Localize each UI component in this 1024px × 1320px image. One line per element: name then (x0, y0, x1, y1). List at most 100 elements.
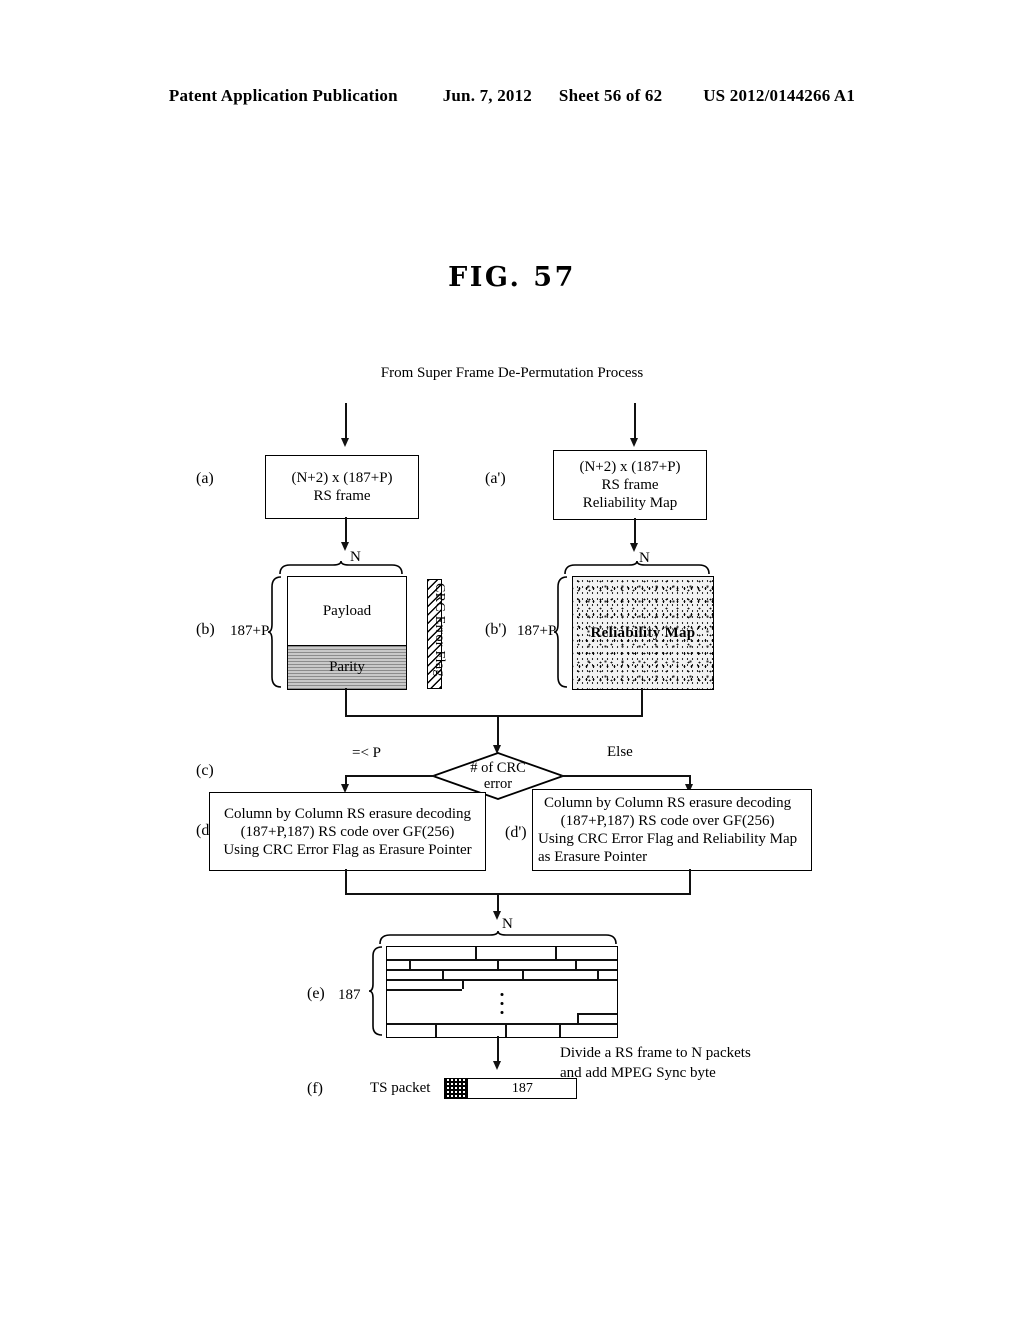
b-prime-down-line (641, 688, 643, 716)
rs-erasure-decoding-reliability-box: Column by Column RS erasure decoding (18… (532, 789, 812, 871)
b-prime-left-brace (553, 576, 568, 688)
rs-frame-rm-line1: (N+2) x (187+P) (579, 459, 681, 475)
step-label-d-prime: (d') (505, 824, 527, 841)
arrow-line-a-to-b (345, 517, 347, 545)
figure-title: FIG. 57 (448, 262, 576, 293)
e-tick-4 (497, 959, 499, 969)
e-top-brace (378, 930, 618, 945)
divide-note: Divide a RS frame to N packets and add M… (560, 1043, 751, 1084)
reliability-map-block: Reliability Map (572, 576, 714, 690)
step-label-b-prime: (b') (485, 621, 507, 638)
e-tick-2 (555, 947, 557, 959)
e-divider-3 (387, 979, 617, 981)
b-down-line (345, 688, 347, 716)
parity-label: Parity (329, 659, 365, 676)
ts-payload-cell: 187 (468, 1078, 578, 1099)
e-tick-7 (522, 969, 524, 979)
b-top-brace (278, 560, 404, 575)
step-label-e: (e) (307, 985, 325, 1002)
e-left-brace (368, 946, 383, 1036)
d-prime-down-line (689, 869, 691, 894)
e-divider-6 (577, 1013, 617, 1015)
e-tick-1 (475, 947, 477, 959)
d-merge-bar (345, 893, 691, 895)
header-date: Jun. 7, 2012 (442, 86, 533, 105)
ts-packet-label: TS packet (370, 1079, 431, 1096)
decision-line1: # of CRC (470, 759, 526, 776)
e-divider-2 (387, 969, 617, 971)
branch-label-right: Else (607, 744, 633, 760)
d-down-line (345, 869, 347, 894)
branch-line-right (561, 775, 691, 777)
arrow-line-e-to-f (497, 1036, 499, 1064)
b-left-brace (267, 576, 282, 688)
rs-erasure-decoding-box: Column by Column RS erasure decoding (18… (209, 792, 486, 871)
step-label-f: (f) (307, 1080, 323, 1097)
rs-frame-line1: (N+2) x (187+P) (291, 470, 393, 486)
arrow-head-a-to-b (340, 542, 349, 551)
b-merge-bar (345, 715, 643, 717)
e-divider-4 (387, 989, 462, 991)
e-tick-3 (409, 959, 411, 969)
page-header: Patent Application Publication Jun. 7, 2… (0, 86, 1024, 106)
arrow-head-e-to-f (492, 1061, 501, 1070)
mpeg-sync-byte-cell (444, 1078, 469, 1099)
rs-frame-payload-parity-block: Payload Parity (287, 576, 407, 690)
rs-frame-rm-line2: RS frame (601, 477, 659, 493)
e-tick-11 (435, 1023, 437, 1037)
branch-line-left (345, 775, 435, 777)
d-prime-line3: Using CRC Error Flag and Reliability Map (538, 831, 798, 847)
arrow-line-to-a-prime (634, 403, 636, 441)
e-tick-5 (575, 959, 577, 969)
step-label-a: (a) (196, 470, 214, 487)
e-tick-6 (442, 969, 444, 979)
ts-payload-size: 187 (511, 1080, 533, 1096)
parity-region: Parity (288, 645, 406, 689)
arrow-head-to-e (492, 911, 501, 920)
arrow-head-to-a-prime (629, 438, 638, 447)
e-tick-13 (559, 1023, 561, 1037)
decision-line2: error (483, 776, 513, 792)
reliability-map-label: Reliability Map (590, 624, 696, 641)
arrow-head-a-prime-to-b-prime (629, 543, 638, 552)
header-patent-number: US 2012/0144266 A1 (703, 86, 856, 105)
b-row-label: 187+P (230, 623, 270, 639)
rs-frame-rm-line3: Reliability Map (582, 495, 678, 511)
e-tick-8 (597, 969, 599, 979)
merge-to-diamond-line (497, 715, 499, 748)
branch-label-left: =< P (352, 745, 382, 761)
ts-packet-row: TS packet 187 (370, 1078, 578, 1099)
e-vertical-ellipsis (500, 993, 504, 1014)
e-divider-5 (387, 1023, 617, 1025)
payload-label: Payload (322, 603, 372, 620)
d-prime-line1: Column by Column RS erasure decoding (544, 795, 792, 811)
payload-region: Payload (288, 577, 406, 646)
source-caption: From Super Frame De-Permutation Process (380, 365, 644, 381)
e-tick-10 (577, 1013, 579, 1023)
rs-frame-line2: RS frame (313, 488, 371, 504)
header-publication: Patent Application Publication (168, 86, 398, 105)
d-line3: Using CRC Error Flag as Erasure Pointer (223, 841, 472, 858)
d-line1: Column by Column RS erasure decoding (223, 805, 472, 822)
divide-note-line2: and add MPEG Sync byte (560, 1065, 716, 1082)
step-label-c: (c) (196, 762, 214, 779)
header-sheet: Sheet 56 of 62 (558, 86, 663, 105)
arrow-head-to-a (340, 438, 349, 447)
arrow-line-a-prime-to-b-prime (634, 518, 636, 546)
crc-error-flag-label: CRC Error Flag (432, 583, 447, 677)
step-label-a-prime: (a') (485, 470, 506, 487)
rs-frame-reliability-map-box: (N+2) x (187+P) RS frame Reliability Map (553, 450, 707, 520)
d-prime-line2: (187+P,187) RS code over GF(256) (560, 813, 775, 829)
e-row-label: 187 (338, 987, 361, 1003)
arrow-line-to-a (345, 403, 347, 441)
b-prime-row-label: 187+P (517, 623, 557, 639)
b-prime-top-brace (563, 560, 711, 575)
e-divider-1 (387, 959, 617, 961)
step-label-b: (b) (196, 621, 215, 638)
divide-note-line1: Divide a RS frame to N packets (560, 1045, 751, 1061)
d-prime-line4: as Erasure Pointer (538, 849, 648, 865)
e-tick-12 (505, 1023, 507, 1037)
rs-frame-packets-block (386, 946, 618, 1038)
d-line2: (187+P,187) RS code over GF(256) (240, 823, 455, 840)
rs-frame-box: (N+2) x (187+P) RS frame (265, 455, 419, 519)
